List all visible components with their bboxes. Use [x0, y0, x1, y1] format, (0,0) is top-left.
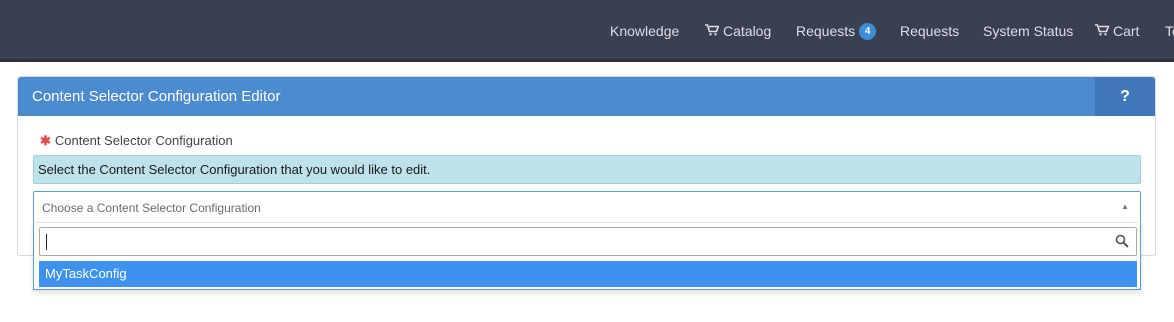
field-label: ✱ Content Selector Configuration	[40, 133, 233, 149]
nav-knowledge[interactable]: Knowledge	[610, 0, 679, 62]
nav-cart[interactable]: Cart	[1095, 0, 1139, 62]
nav-overflow-label: To	[1165, 23, 1174, 39]
nav-system-status[interactable]: System Status	[983, 0, 1073, 62]
required-marker: ✱	[40, 133, 51, 148]
cart-icon	[705, 23, 720, 39]
dropdown-option[interactable]: MyTaskConfig	[39, 261, 1137, 287]
nav-catalog-label: Catalog	[723, 23, 772, 39]
select-dropdown: MyTaskConfig	[33, 222, 1141, 290]
nav-requests-badge[interactable]: Requests 4	[796, 0, 877, 62]
text-cursor	[46, 234, 47, 250]
select-placeholder: Choose a Content Selector Configuration	[42, 201, 261, 215]
help-button[interactable]: ?	[1095, 77, 1155, 116]
dropdown-search-input[interactable]	[39, 227, 1137, 256]
triangle-up-icon: ▲	[1121, 202, 1129, 211]
nav-requests[interactable]: Requests	[900, 0, 959, 62]
configuration-select[interactable]: Choose a Content Selector Configuration …	[33, 191, 1141, 223]
nav-catalog[interactable]: Catalog	[705, 0, 771, 62]
field-hint: Select the Content Selector Configuratio…	[33, 155, 1141, 184]
cart-icon	[1095, 23, 1110, 39]
nav-cart-label: Cart	[1113, 23, 1140, 39]
panel-header: Content Selector Configuration Editor ?	[18, 77, 1155, 116]
field-label-text: Content Selector Configuration	[54, 133, 233, 148]
nav-requests-label-2: Requests	[900, 23, 960, 39]
nav-knowledge-label: Knowledge	[610, 23, 680, 39]
search-icon	[1115, 234, 1129, 248]
requests-count-badge: 4	[859, 22, 877, 40]
nav-overflow-item[interactable]: To	[1165, 0, 1174, 62]
nav-system-status-label: System Status	[983, 23, 1074, 39]
nav-requests-label: Requests	[796, 23, 856, 39]
top-navigation-bar: Knowledge Catalog Requests 4 Requests Sy…	[0, 0, 1174, 62]
panel-title: Content Selector Configuration Editor	[32, 88, 281, 105]
